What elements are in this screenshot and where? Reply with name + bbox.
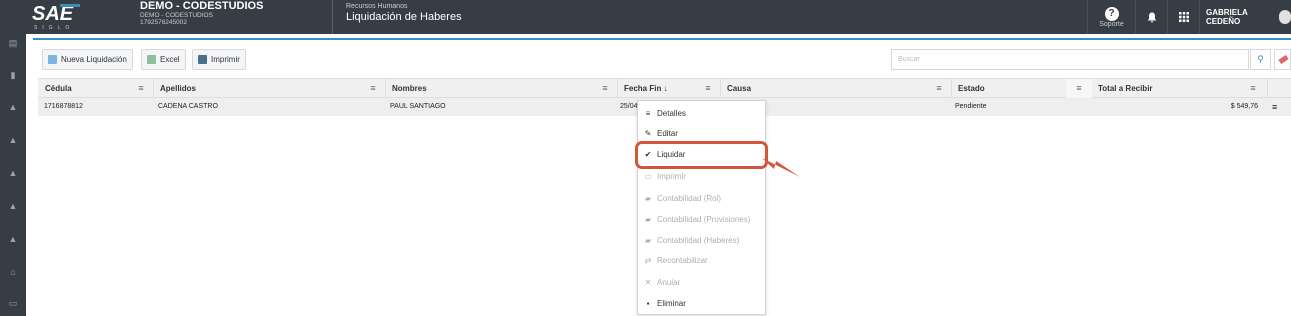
book-icon: ▰ bbox=[644, 215, 652, 224]
module-section: Recursos Humanos bbox=[346, 3, 408, 10]
cell-apellidos: CADENA CASTRO bbox=[158, 103, 218, 110]
document-icon[interactable]: ▮ bbox=[7, 70, 19, 80]
graduation-cap-icon[interactable]: ▲ bbox=[7, 168, 19, 178]
column-header-cedula[interactable]: Cédula ≡ bbox=[38, 79, 154, 98]
menu-item-contabilidad-rol[interactable]: ▰ Contabilidad (Rol) bbox=[638, 189, 765, 209]
column-header-apellidos[interactable]: Apellidos ≡ bbox=[154, 79, 386, 98]
cell-fecha-fin: 25/04 bbox=[620, 103, 638, 110]
support-button[interactable]: ? Soporte bbox=[1087, 0, 1135, 34]
menu-item-contabilidad-provisiones[interactable]: ▰ Contabilidad (Provisiones) bbox=[638, 210, 765, 230]
filter-icon[interactable]: ≡ bbox=[360, 79, 386, 98]
grid-icon bbox=[1178, 12, 1189, 22]
search-input[interactable]: Buscar bbox=[891, 49, 1249, 70]
company-subtitle: DEMO - CODESTUDIOS bbox=[140, 12, 213, 19]
folder-icon[interactable]: ▭ bbox=[7, 298, 19, 308]
user-menu[interactable]: GABRIELA CEDEÑO bbox=[1199, 0, 1291, 34]
search-button[interactable]: ⚲ bbox=[1250, 49, 1271, 70]
help-icon: ? bbox=[1104, 6, 1119, 21]
trash-icon: ▪ bbox=[646, 299, 650, 308]
menu-item-contabilidad-haberes[interactable]: ▰ Contabilidad (Haberes) bbox=[638, 231, 765, 251]
menu-item-anular[interactable]: ✕ Anular bbox=[638, 273, 765, 293]
menu-item-imprimir[interactable]: ▭ Imprimir bbox=[638, 167, 765, 187]
printer-icon bbox=[198, 55, 207, 64]
filter-icon[interactable]: ≡ bbox=[695, 79, 721, 98]
svg-text:SIGLO: SIGLO bbox=[34, 25, 74, 31]
row-context-menu: ≡ Detalles ✎ Editar ✔ Liquidar ▭ Imprimi… bbox=[637, 100, 766, 315]
eraser-icon bbox=[1278, 54, 1289, 65]
new-liquidation-label: Nueva Liquidación bbox=[61, 55, 127, 64]
bell-icon bbox=[1147, 12, 1156, 22]
column-header-fecha-fin[interactable]: Fecha Fin ↓ ≡ bbox=[618, 79, 721, 98]
book-icon: ▰ bbox=[644, 236, 652, 245]
cell-total: $ 549,76 bbox=[1230, 103, 1258, 110]
filter-icon[interactable]: ≡ bbox=[1066, 79, 1092, 98]
menu-item-eliminar[interactable]: ▪ Eliminar bbox=[638, 294, 765, 314]
list-icon: ≡ bbox=[645, 109, 651, 118]
column-header-causa[interactable]: Causa ≡ bbox=[721, 79, 952, 98]
user-name: GABRIELA CEDEÑO bbox=[1206, 8, 1248, 26]
cell-estado: Pendiente bbox=[955, 103, 987, 110]
menu-item-recontabilizar[interactable]: ⇄ Recontabilizar bbox=[638, 251, 765, 271]
module-info: Recursos Humanos Liquidación de Haberes bbox=[346, 3, 462, 24]
refresh-icon: ⇄ bbox=[644, 256, 652, 265]
support-label: Soporte bbox=[1099, 20, 1124, 28]
header-actions: ? Soporte GABRIELA CEDEÑO bbox=[1087, 0, 1291, 34]
liquidar-highlight-box bbox=[635, 141, 768, 169]
column-header-nombres[interactable]: Nombres ≡ bbox=[386, 79, 618, 98]
company-name: DEMO - CODESTUDIOS bbox=[140, 0, 264, 12]
bank-icon[interactable]: ⌂ bbox=[7, 267, 19, 277]
avatar bbox=[1278, 10, 1291, 24]
header-divider bbox=[332, 0, 333, 34]
new-liquidation-button[interactable]: Nueva Liquidación bbox=[42, 49, 133, 70]
column-header-total[interactable]: Total a Recibir ≡ bbox=[1092, 79, 1268, 98]
excel-label: Excel bbox=[160, 55, 180, 64]
print-button[interactable]: Imprimir bbox=[192, 49, 246, 70]
excel-icon bbox=[147, 55, 156, 64]
sidebar: ▤ ▮ ▲ ▲ ▲ ▲ ▲ ⌂ ▭ bbox=[0, 34, 26, 316]
page-title: Liquidación de Haberes bbox=[346, 11, 462, 23]
excel-button[interactable]: Excel bbox=[141, 49, 186, 70]
column-header-estado[interactable]: Estado ≡ bbox=[952, 79, 1092, 98]
toolbar: Nueva Liquidación Excel Imprimir Buscar … bbox=[33, 40, 1291, 77]
company-info[interactable]: DEMO - CODESTUDIOS DEMO - CODESTUDIOS 17… bbox=[140, 0, 263, 26]
app-logo[interactable]: SAE SIGLO bbox=[30, 1, 82, 31]
top-bar: SAE SIGLO DEMO - CODESTUDIOS DEMO - CODE… bbox=[0, 0, 1291, 34]
graduation-cap-icon[interactable]: ▲ bbox=[7, 234, 19, 244]
annotation-arrow-icon bbox=[762, 158, 800, 177]
search-icon: ⚲ bbox=[1257, 54, 1264, 64]
row-menu-icon[interactable]: ≡ bbox=[1272, 98, 1277, 116]
printer-icon: ▭ bbox=[644, 172, 652, 181]
dashboard-icon[interactable]: ▤ bbox=[7, 38, 19, 48]
apps-button[interactable] bbox=[1167, 0, 1199, 34]
book-icon: ▰ bbox=[644, 194, 652, 203]
graduation-cap-icon[interactable]: ▲ bbox=[7, 135, 19, 145]
cell-nombres: PAUL SANTIAGO bbox=[390, 103, 446, 110]
menu-item-detalles[interactable]: ≡ Detalles bbox=[638, 104, 765, 124]
filter-icon[interactable]: ≡ bbox=[926, 79, 952, 98]
print-label: Imprimir bbox=[211, 55, 240, 64]
x-icon: ✕ bbox=[644, 278, 652, 287]
notifications-button[interactable] bbox=[1135, 0, 1167, 34]
graduation-cap-icon[interactable]: ▲ bbox=[7, 102, 19, 112]
filter-icon[interactable]: ≡ bbox=[128, 79, 154, 98]
filter-icon[interactable]: ≡ bbox=[1240, 79, 1266, 98]
graduation-cap-icon[interactable]: ▲ bbox=[7, 201, 19, 211]
cell-cedula: 1716878812 bbox=[44, 103, 83, 110]
company-ruc: 1792576245002 bbox=[140, 19, 187, 26]
table-header: Cédula ≡ Apellidos ≡ Nombres ≡ Fecha Fin… bbox=[38, 78, 1291, 98]
clear-search-button[interactable] bbox=[1274, 49, 1291, 70]
filter-icon[interactable]: ≡ bbox=[592, 79, 618, 98]
document-add-icon bbox=[48, 55, 57, 64]
